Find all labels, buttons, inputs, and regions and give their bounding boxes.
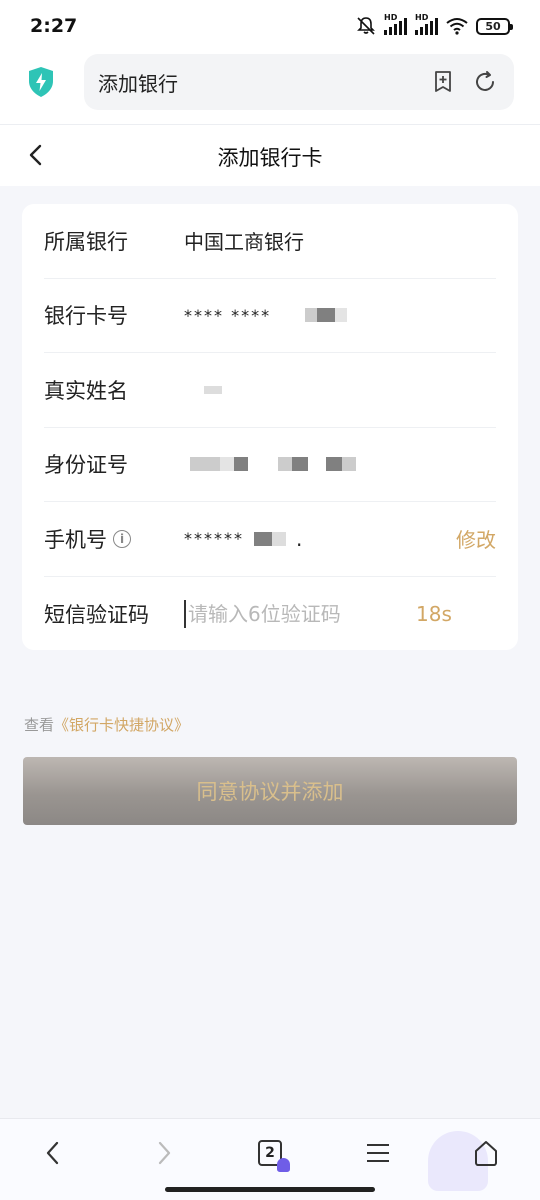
- nav-tabs-button[interactable]: 2: [250, 1133, 290, 1173]
- id-number-row: 身份证号: [44, 428, 496, 502]
- refresh-icon: [476, 71, 494, 91]
- signal-icon: HD: [384, 13, 407, 35]
- sms-code-row: 短信验证码 18s: [44, 577, 496, 652]
- browser-bar: 添加银行: [0, 52, 540, 124]
- redacted-block: [220, 457, 234, 472]
- redacted-block: [335, 308, 348, 323]
- chevron-left-icon: [46, 1141, 59, 1165]
- redacted-block: [254, 531, 272, 546]
- bank-label: 所属银行: [44, 229, 128, 254]
- redacted-block: [234, 457, 248, 472]
- id-number-value: [184, 457, 496, 472]
- agreement-text: 查看《银行卡快捷协议》: [24, 714, 189, 735]
- id-number-label: 身份证号: [44, 453, 128, 478]
- nav-home-button[interactable]: [466, 1133, 506, 1173]
- bank-row: 所属银行 中国工商银行: [44, 204, 496, 279]
- phone-row: 手机号 i ****** . 修改: [44, 502, 496, 577]
- shield-icon[interactable]: [27, 66, 55, 98]
- real-name-label: 真实姓名: [44, 378, 128, 403]
- redacted-block: [305, 308, 318, 323]
- card-number-row: 银行卡号 **** ****: [44, 279, 496, 353]
- redacted-block: [272, 531, 286, 546]
- real-name-value: [184, 385, 496, 394]
- wifi-icon: [446, 18, 468, 35]
- redacted-block: [278, 457, 292, 472]
- redacted-block: [204, 385, 222, 394]
- bank-card-form: 所属银行 中国工商银行 银行卡号 **** **** 真实姓名 身份证号 手机号…: [22, 204, 518, 650]
- redacted-block: [342, 457, 356, 472]
- add-bookmark-icon: [435, 71, 451, 92]
- address-bar[interactable]: 添加银行: [84, 54, 514, 110]
- menu-icon: [367, 1144, 389, 1162]
- chevron-right-icon: [158, 1141, 171, 1165]
- signal-icon: HD: [415, 13, 438, 35]
- nav-back-button[interactable]: [33, 1133, 73, 1173]
- sms-code-input[interactable]: [184, 599, 404, 628]
- card-number-masked: **** ****: [184, 305, 272, 325]
- status-icons: HD HD 50: [356, 13, 513, 36]
- status-time: 2:27: [30, 15, 78, 37]
- nav-forward-button[interactable]: [144, 1133, 184, 1173]
- card-number-label: 银行卡号: [44, 304, 128, 329]
- refresh-button[interactable]: [470, 67, 500, 97]
- status-bar: 2:27 HD HD 50: [0, 0, 540, 52]
- redacted-block: [292, 457, 308, 472]
- sms-countdown: 18s: [416, 601, 452, 626]
- agreement-prefix: 查看: [24, 716, 55, 734]
- redacted-block: [317, 308, 336, 323]
- page-header: 添加银行卡: [0, 124, 540, 186]
- redacted-block: [190, 457, 220, 472]
- agreement-link[interactable]: 《银行卡快捷协议》: [54, 716, 189, 734]
- home-indicator[interactable]: [165, 1187, 375, 1192]
- card-number-value: **** ****: [184, 306, 496, 325]
- bank-value: 中国工商银行: [184, 230, 304, 255]
- tabs-count: 2: [265, 1145, 275, 1161]
- home-icon: [475, 1141, 497, 1166]
- nav-menu-button[interactable]: [358, 1133, 398, 1173]
- add-bookmark-button[interactable]: [428, 67, 458, 97]
- page-title: 添加银行卡: [217, 146, 323, 170]
- ghost-badge-icon: [277, 1158, 290, 1172]
- url-text[interactable]: 添加银行: [98, 68, 416, 97]
- battery-icon: 50: [476, 17, 513, 35]
- phone-suffix: .: [296, 526, 303, 551]
- phone-label-text: 手机号: [44, 527, 107, 552]
- info-icon[interactable]: i: [113, 529, 131, 548]
- redacted-block: [326, 457, 342, 472]
- modify-phone-link[interactable]: 修改: [456, 524, 496, 553]
- phone-value: ****** .: [184, 527, 496, 551]
- phone-masked: ******: [184, 529, 244, 549]
- tabs-count-icon: 2: [258, 1140, 290, 1172]
- agree-and-add-button[interactable]: 同意协议并添加: [23, 757, 517, 825]
- real-name-row: 真实姓名: [44, 353, 496, 428]
- phone-label: 手机号 i: [44, 524, 184, 554]
- sms-code-label: 短信验证码: [44, 602, 149, 627]
- mute-bell-icon: [357, 17, 375, 35]
